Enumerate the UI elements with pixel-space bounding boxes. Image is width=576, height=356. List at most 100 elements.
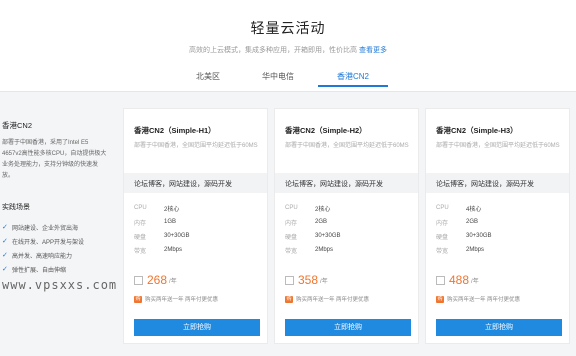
buy-now-button[interactable]: 立即抢购 (134, 319, 260, 336)
spec-key: CPU (436, 205, 449, 211)
plan-name: 香港CN2（Simple-H3） (436, 126, 518, 135)
price-tag-icon (285, 275, 294, 285)
spec-value: 2Mbps (315, 247, 334, 253)
active-tab-indicator (318, 85, 388, 87)
promo-note: 购 购买两年送一年 两年付更优惠 (285, 295, 369, 303)
check-icon: ✓ (2, 238, 8, 245)
plan-scene-box: 论坛博客，网站建设，源码开发 (426, 173, 569, 193)
region-info-panel: 香港CN2 部署于中国香港，采用了Intel E5 4657v2高性能多核CPU… (0, 108, 112, 344)
spec-row: CPU 4核心 (436, 201, 564, 215)
plan-specs: CPU 2核心 内存 1GB 硬盘 30+30GB 带宽 2Mbps (134, 201, 262, 257)
plan-description: 部署于中国香港，全国范围平均延迟低于60MS (134, 143, 258, 149)
promo-icon: 购 (436, 295, 444, 303)
check-icon: ✓ (2, 266, 8, 273)
plan-scene-box: 论坛博客，网站建设，源码开发 (124, 173, 267, 193)
tabs-divider (0, 91, 576, 92)
buy-now-button[interactable]: 立即抢购 (285, 319, 411, 336)
promo-text: 购买两年送一年 两年付更优惠 (145, 297, 219, 303)
plan-scene: 论坛博客，网站建设，源码开发 (134, 181, 232, 188)
spec-row: 硬盘 30+30GB (436, 229, 564, 243)
scene-label: 网站建设、企业外贸出海 (12, 225, 79, 232)
promo-text: 购买两年送一年 两年付更优惠 (447, 297, 521, 303)
spec-key: CPU (285, 205, 298, 211)
buy-now-button[interactable]: 立即抢购 (436, 319, 562, 336)
check-icon: ✓ (2, 252, 8, 259)
spec-key: CPU (134, 205, 147, 211)
spec-row: CPU 2核心 (134, 201, 262, 215)
page-header: 轻量云活动 高效的上云模式，集成多种应用，开箱即用，性价比高 查看更多 北美区 … (0, 0, 576, 92)
view-more-link[interactable]: 查看更多 (359, 47, 387, 54)
spec-key: 带宽 (134, 248, 147, 255)
tab-north-america[interactable]: 北美区 (178, 71, 238, 82)
page-subtitle: 高效的上云模式，集成多种应用，开箱即用，性价比高 查看更多 (0, 45, 576, 55)
price-tag-icon (436, 275, 445, 285)
spec-row: 带宽 2Mbps (436, 243, 564, 257)
scenes-title: 实践场景 (2, 204, 30, 211)
price-area: 268 /年 (134, 273, 177, 287)
scene-item: ✓ 网站建设、企业外贸出海 (2, 220, 84, 234)
spec-value: 4核心 (466, 206, 482, 213)
price-unit: /年 (471, 278, 479, 285)
price-unit: /年 (169, 278, 177, 285)
spec-key: 硬盘 (134, 234, 147, 241)
spec-value: 30+30GB (315, 233, 341, 239)
spec-key: 带宽 (285, 248, 298, 255)
plan-name: 香港CN2（Simple-H1） (134, 126, 216, 135)
spec-row: 硬盘 30+30GB (134, 229, 262, 243)
region-description: 部署于中国香港，采用了Intel E5 4657v2高性能多核CPU，自动提供极… (2, 140, 107, 179)
promo-icon: 购 (134, 295, 142, 303)
check-icon: ✓ (2, 224, 8, 231)
spec-key: 硬盘 (285, 234, 298, 241)
promo-note: 购 购买两年送一年 两年付更优惠 (436, 295, 520, 303)
plan-card-h1: 香港CN2（Simple-H1） 部署于中国香港，全国范围平均延迟低于60MS … (123, 108, 268, 344)
plan-price: 488 (449, 273, 470, 287)
plan-description: 部署于中国香港，全国范围平均延迟低于60MS (436, 143, 560, 149)
plan-price: 358 (298, 273, 319, 287)
spec-value: 2Mbps (164, 247, 183, 253)
subtitle-text: 高效的上云模式，集成多种应用，开箱即用，性价比高 (189, 47, 358, 54)
spec-key: 带宽 (436, 248, 449, 255)
watermark: www.vpsxxs.com (2, 278, 118, 292)
plan-card-h3: 香港CN2（Simple-H3） 部署于中国香港，全国范围平均延迟低于60MS … (425, 108, 570, 344)
scenes-list: ✓ 网站建设、企业外贸出海 ✓ 在线开发、APP开发与架设 ✓ 高并发、高速响应能力 … (2, 220, 84, 276)
price-unit: /年 (320, 278, 328, 285)
spec-key: 内存 (285, 220, 298, 227)
region-tabs: 北美区 华中电信 香港CN2 (0, 71, 576, 92)
plan-card-h2: 香港CN2（Simple-H2） 部署于中国香港，全国范围平均延迟低于60MS … (274, 108, 419, 344)
spec-row: 内存 2GB (436, 215, 564, 229)
promo-icon: 购 (285, 295, 293, 303)
spec-row: 内存 2GB (285, 215, 413, 229)
promo-note: 购 购买两年送一年 两年付更优惠 (134, 295, 218, 303)
plan-scene-box: 论坛博客，网站建设，源码开发 (275, 173, 418, 193)
plan-specs: CPU 2核心 内存 2GB 硬盘 30+30GB 带宽 2Mbps (285, 201, 413, 257)
spec-value: 30+30GB (466, 233, 492, 239)
promo-text: 购买两年送一年 两年付更优惠 (296, 297, 370, 303)
plan-scene: 论坛博客，网站建设，源码开发 (436, 181, 534, 188)
scene-item: ✓ 高并发、高速响应能力 (2, 248, 84, 262)
spec-row: CPU 2核心 (285, 201, 413, 215)
spec-value: 2GB (466, 219, 479, 225)
tab-central-china-telecom[interactable]: 华中电信 (248, 71, 308, 82)
spec-row: 带宽 2Mbps (134, 243, 262, 257)
scene-item: ✓ 在线开发、APP开发与架设 (2, 234, 84, 248)
plan-description: 部署于中国香港，全国范围平均延迟低于60MS (285, 143, 409, 149)
spec-value: 2Mbps (466, 247, 485, 253)
spec-row: 硬盘 30+30GB (285, 229, 413, 243)
spec-value: 2GB (315, 219, 328, 225)
plan-price: 268 (147, 273, 168, 287)
scene-label: 在线开发、APP开发与架设 (12, 239, 85, 246)
region-title: 香港CN2 (2, 121, 33, 130)
spec-row: 带宽 2Mbps (285, 243, 413, 257)
spec-key: 内存 (134, 220, 147, 227)
tab-hong-kong-cn2[interactable]: 香港CN2 (323, 71, 383, 82)
spec-row: 内存 1GB (134, 215, 262, 229)
spec-value: 2核心 (315, 206, 331, 213)
spec-value: 30+30GB (164, 233, 190, 239)
scene-label: 高并发、高速响应能力 (12, 253, 73, 260)
scene-label: 弹性扩展、自由伸缩 (12, 267, 67, 274)
spec-key: 内存 (436, 220, 449, 227)
scene-item: ✓ 弹性扩展、自由伸缩 (2, 262, 84, 276)
plan-scene: 论坛博客，网站建设，源码开发 (285, 181, 383, 188)
price-area: 488 /年 (436, 273, 479, 287)
spec-value: 1GB (164, 219, 177, 225)
